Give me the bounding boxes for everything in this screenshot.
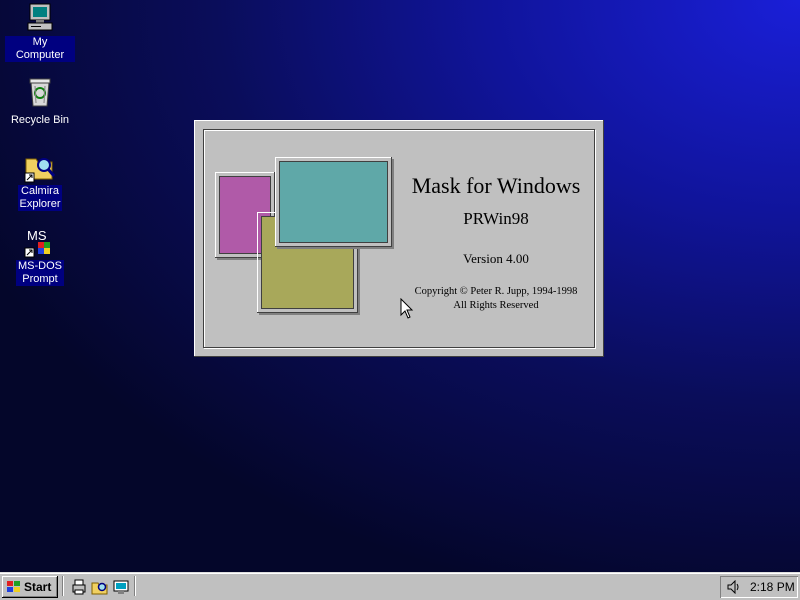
computer-icon	[24, 2, 56, 34]
desktop-icon-my-computer[interactable]: My Computer	[5, 2, 75, 63]
splash-window: Mask for Windows PRWin98 Version 4.00 Co…	[194, 120, 604, 357]
desktop-icon-calmira-explorer[interactable]: Calmira Explorer	[5, 151, 75, 212]
desktop-icon-label: MS-DOS Prompt	[16, 260, 64, 286]
splash-version: Version 4.00	[463, 251, 529, 266]
svg-text:MS: MS	[27, 228, 47, 243]
recycle-bin-icon	[24, 76, 56, 108]
desktop-icon-label: My Computer	[5, 36, 75, 62]
desktop: My Computer Recycle Bin Calmira Explorer…	[0, 0, 800, 572]
ms-dos-icon: MS	[24, 226, 56, 258]
printer-icon[interactable]	[70, 578, 88, 596]
clock[interactable]: 2:18 PM	[750, 576, 795, 598]
taskbar-separator	[134, 576, 136, 596]
start-button[interactable]: Start	[2, 576, 58, 598]
taskbar-separator	[62, 576, 64, 596]
taskbar: Start 2:18 PM	[0, 572, 800, 600]
splash-rights: All Rights Reserved	[453, 300, 539, 311]
desktop-icon-ms-dos-prompt[interactable]: MS MS-DOS Prompt	[5, 226, 75, 287]
desktop-icon-recycle-bin[interactable]: Recycle Bin	[5, 76, 75, 128]
splash-title: Mask for Windows	[411, 173, 581, 198]
folder-search-icon	[24, 151, 56, 183]
splash-subtitle: PRWin98	[463, 209, 529, 228]
folder-search-icon[interactable]	[91, 578, 109, 596]
desktop-icon-label: Recycle Bin	[10, 114, 70, 126]
system-tray: 2:18 PM	[720, 576, 798, 598]
desktop-icon[interactable]	[112, 578, 130, 596]
windows-flag-icon	[7, 581, 20, 592]
desktop-icon-label: Calmira Explorer	[17, 185, 63, 211]
mouse-cursor-icon	[400, 298, 414, 319]
teal-panel-fill	[279, 161, 388, 243]
start-label: Start	[24, 580, 52, 594]
teal-panel	[275, 157, 392, 247]
speaker-icon[interactable]	[726, 580, 742, 594]
splash-copyright: Copyright © Peter R. Jupp, 1994-1998	[414, 286, 578, 297]
